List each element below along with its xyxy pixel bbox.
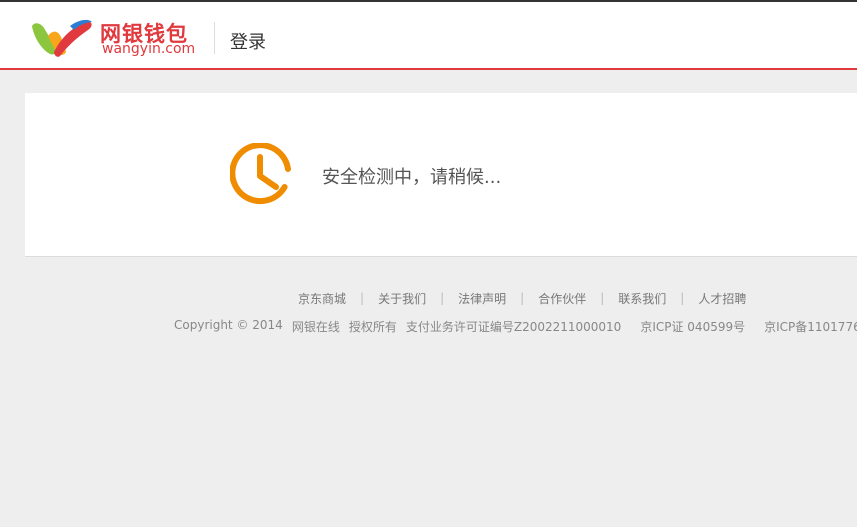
wangyin-logo-icon: [32, 19, 92, 57]
footer-link-about-us[interactable]: 关于我们: [378, 290, 426, 307]
status-message: 安全检测中，请稍候...: [322, 167, 502, 188]
footer-separator: |: [680, 291, 685, 305]
footer-link-legal[interactable]: 法律声明: [458, 290, 506, 307]
footer-link-partners[interactable]: 合作伙伴: [538, 290, 586, 307]
footer-separator: |: [600, 291, 605, 305]
footer-separator: |: [360, 291, 365, 305]
status-card: 安全检测中，请稍候...: [25, 93, 857, 257]
logo-english-text: wangyin.com: [102, 41, 196, 57]
copyright-rights: 授权所有: [348, 320, 397, 334]
payment-license-number: 支付业务许可证编号Z2002211000010: [405, 320, 622, 334]
icp-license: 京ICP证 040599号: [640, 320, 746, 334]
copyright-company: 网银在线: [291, 320, 340, 334]
clock-icon: [230, 143, 291, 205]
copyright-line: Copyright © 2014 网银在线 授权所有 支付业务许可证编号Z200…: [174, 318, 857, 335]
footer-separator: |: [440, 291, 445, 305]
footer-link-careers[interactable]: 人才招聘: [698, 290, 746, 307]
header-divider: [214, 22, 215, 54]
page-title: 登录: [230, 32, 266, 53]
footer-link-contact[interactable]: 联系我们: [618, 290, 666, 307]
footer-links: 京东商城 | 关于我们 | 法律声明 | 合作伙伴 | 联系我们 | 人才招聘: [298, 290, 746, 306]
icp-record: 京ICP备11017768号: [764, 320, 857, 334]
copyright-text: Copyright © 2014: [174, 318, 283, 332]
wangyin-logo[interactable]: 网银钱包 wangyin.com: [30, 16, 200, 60]
header: 网银钱包 wangyin.com 登录: [0, 2, 857, 70]
footer-link-jd-mall[interactable]: 京东商城: [298, 290, 346, 307]
footer-separator: |: [520, 291, 525, 305]
